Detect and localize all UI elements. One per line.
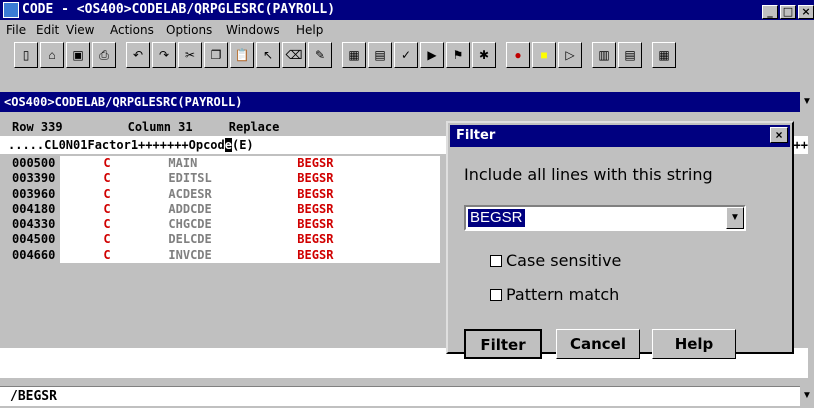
command-line-input[interactable]: /BEGSR xyxy=(0,386,800,406)
path-dropdown-icon[interactable]: ▼ xyxy=(800,92,814,112)
sequence-number: 000500 xyxy=(12,156,56,170)
cut-icon[interactable]: ✂ xyxy=(178,42,202,68)
column-indicator: Column 31 xyxy=(127,120,193,134)
filter-string-value: BEGSR xyxy=(468,209,525,227)
filter-string-input[interactable]: BEGSR xyxy=(464,205,746,231)
app-icon xyxy=(3,2,19,18)
verify-icon[interactable]: ✓ xyxy=(394,42,418,68)
menu-windows[interactable]: Windows xyxy=(226,23,280,37)
pattern-match-checkbox[interactable]: Pattern match xyxy=(490,285,619,304)
factor1: ADDCDE xyxy=(168,201,212,216)
command-dropdown-icon[interactable]: ▼ xyxy=(800,386,814,406)
open-icon[interactable]: ⌂ xyxy=(40,42,64,68)
spec-type: C xyxy=(103,156,111,170)
factor1: ACDESR xyxy=(168,186,212,201)
redo-icon[interactable]: ↷ xyxy=(152,42,176,68)
spec-type: C xyxy=(103,171,111,186)
filter-dropdown-icon[interactable]: ▼ xyxy=(726,207,744,229)
maximize-button[interactable]: □ xyxy=(780,5,796,19)
filter-label: Include all lines with this string xyxy=(464,165,713,184)
ruler-tail: ++ xyxy=(793,138,808,152)
mode-indicator: Replace xyxy=(228,120,280,134)
grid-icon[interactable]: ▦ xyxy=(652,42,676,68)
spec-type: C xyxy=(103,186,111,201)
sequence-number: 004660 xyxy=(12,247,56,262)
copy-icon[interactable]: ❐ xyxy=(204,42,228,68)
sequence-number: 003960 xyxy=(12,186,56,201)
split-icon[interactable]: ▦ xyxy=(342,42,366,68)
filter-button[interactable]: Filter xyxy=(464,329,542,359)
factor1: INVCDE xyxy=(168,247,212,262)
debug-icon[interactable]: ⚑ xyxy=(446,42,470,68)
menu-view[interactable]: View xyxy=(66,23,94,37)
title-bar[interactable]: CODE - <OS400>CODELAB/QRPGLESRC(PAYROLL)… xyxy=(0,0,814,20)
factor1: DELCDE xyxy=(168,232,212,247)
print-icon[interactable]: ⎙ xyxy=(92,42,116,68)
checkbox-icon[interactable] xyxy=(490,289,502,301)
minimize-button[interactable]: _ xyxy=(762,5,778,19)
menu-edit[interactable]: Edit xyxy=(36,23,59,37)
sequence-number: 004180 xyxy=(12,201,56,216)
case-sensitive-label: Case sensitive xyxy=(506,251,622,270)
row-indicator: Row 339 xyxy=(12,120,63,134)
stop-icon[interactable]: ● xyxy=(506,42,530,68)
dialog-title[interactable]: Filter xyxy=(450,125,790,147)
bug-icon[interactable]: ✱ xyxy=(472,42,496,68)
sequence-number: 003390 xyxy=(12,171,56,186)
window-controls: _ □ × xyxy=(760,2,814,20)
opcode: BEGSR xyxy=(297,217,334,232)
opcode: BEGSR xyxy=(297,156,334,170)
factor1: CHGCDE xyxy=(168,217,212,232)
pattern-match-label: Pattern match xyxy=(506,285,620,304)
opcode: BEGSR xyxy=(297,232,334,247)
case-sensitive-checkbox[interactable]: Case sensitive xyxy=(490,251,621,270)
menu-options[interactable]: Options xyxy=(166,23,212,37)
record-icon[interactable]: ■ xyxy=(532,42,556,68)
menu-file[interactable]: File xyxy=(6,23,26,37)
pointer-icon[interactable]: ↖ xyxy=(256,42,280,68)
ruler-after: (E) xyxy=(231,138,254,152)
calendar-icon[interactable]: ▤ xyxy=(618,42,642,68)
play-icon[interactable]: ▷ xyxy=(558,42,582,68)
undo-icon[interactable]: ↶ xyxy=(126,42,150,68)
sections-icon[interactable]: ▥ xyxy=(592,42,616,68)
spec-type: C xyxy=(103,217,111,232)
new-icon[interactable]: ▯ xyxy=(14,42,38,68)
save-icon[interactable]: ▣ xyxy=(66,42,90,68)
close-button[interactable]: × xyxy=(798,5,814,19)
dialog-close-icon[interactable]: × xyxy=(770,127,788,143)
eraser-icon[interactable]: ⌫ xyxy=(282,42,306,68)
ruler-before: .....CL0N01Factor1+++++++Opcod xyxy=(8,138,225,152)
spec-type: C xyxy=(103,247,111,262)
window-title: CODE - <OS400>CODELAB/QRPGLESRC(PAYROLL) xyxy=(22,2,336,17)
opcode: BEGSR xyxy=(297,247,334,262)
menu-actions[interactable]: Actions xyxy=(110,23,154,37)
status-line: Row 339 Column 31 Replace xyxy=(12,120,279,134)
run-icon[interactable]: ▶ xyxy=(420,42,444,68)
factor1: MAIN xyxy=(168,156,198,170)
text-cursor: e xyxy=(224,138,232,152)
menu-help[interactable]: Help xyxy=(296,23,323,37)
spec-type: C xyxy=(103,201,111,216)
paste-icon[interactable]: 📋 xyxy=(230,42,254,68)
menu-bar: File Edit View Actions Options Windows H… xyxy=(0,20,814,40)
filter-dialog: Filter × Include all lines with this str… xyxy=(446,121,794,359)
checkbox-icon[interactable] xyxy=(490,255,502,267)
spec-type: C xyxy=(103,232,111,247)
sequence-number: 004500 xyxy=(12,232,56,247)
opcode: BEGSR xyxy=(297,201,334,216)
file-path-bar: <OS400>CODELAB/QRPGLESRC(PAYROLL) xyxy=(0,92,808,112)
toolbar: ▯ ⌂ ▣ ⎙ ↶ ↷ ✂ ❐ 📋 ↖ ⌫ ✎ ▦ ▤ ✓ ▶ ⚑ ✱ ● ■ … xyxy=(0,40,814,74)
factor1: EDITSL xyxy=(168,171,212,186)
sequence-number: 004330 xyxy=(12,217,56,232)
code-window: CODE - <OS400>CODELAB/QRPGLESRC(PAYROLL)… xyxy=(0,0,814,408)
opcode: BEGSR xyxy=(297,171,334,186)
cancel-button[interactable]: Cancel xyxy=(556,329,640,359)
opcode: BEGSR xyxy=(297,186,334,201)
help-button[interactable]: Help xyxy=(652,329,736,359)
highlight-icon[interactable]: ✎ xyxy=(308,42,332,68)
compile-icon[interactable]: ▤ xyxy=(368,42,392,68)
